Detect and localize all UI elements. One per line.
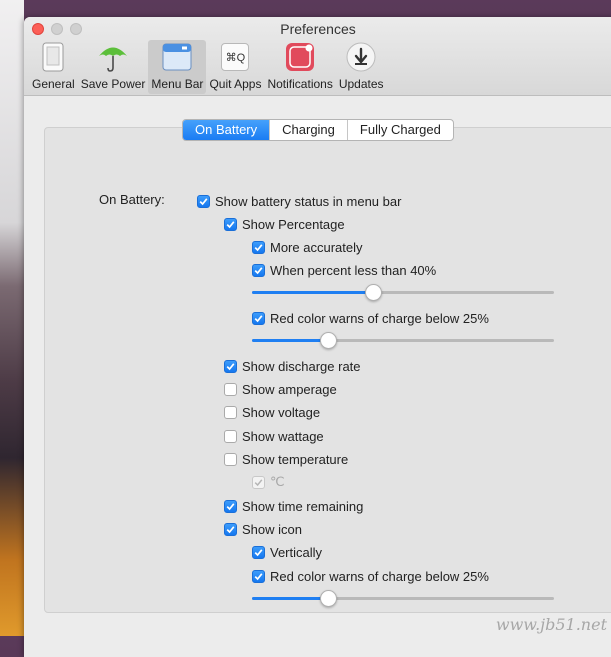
tab-fully-charged[interactable]: Fully Charged: [346, 120, 453, 140]
toolbar-quit-apps[interactable]: ⌘Q Quit Apps: [206, 40, 264, 94]
toolbar-updates-label: Updates: [338, 77, 384, 91]
option-voltage[interactable]: Show voltage: [224, 402, 320, 422]
option-label: Show battery status in menu bar: [215, 193, 402, 209]
checkbox[interactable]: [252, 311, 265, 325]
toolbar-menu-bar[interactable]: Menu Bar: [148, 40, 207, 94]
command-q-icon: ⌘Q: [219, 41, 251, 73]
option-label: Show Percentage: [242, 216, 345, 232]
option-label: Show wattage: [242, 428, 324, 444]
option-label: Vertically: [270, 544, 323, 560]
option-label: Show discharge rate: [242, 358, 361, 374]
checkbox[interactable]: [224, 217, 237, 231]
phone-icon: [37, 41, 69, 73]
notification-badge-icon: [284, 41, 316, 73]
tab-on-battery[interactable]: On Battery: [183, 120, 270, 140]
slider-fill: [252, 339, 328, 342]
red-warn-1-slider[interactable]: [252, 331, 554, 351]
checkbox[interactable]: [224, 429, 237, 443]
checkbox: [252, 475, 265, 489]
option-label: Show voltage: [242, 404, 321, 420]
option-label: Show temperature: [242, 451, 349, 467]
option-vertically[interactable]: Vertically: [252, 542, 322, 562]
checkbox[interactable]: [252, 240, 265, 254]
option-temperature[interactable]: Show temperature: [224, 449, 348, 469]
power-state-tabs: On Battery Charging Fully Charged: [182, 119, 454, 141]
checkbox[interactable]: [252, 263, 265, 277]
slider-fill: [252, 291, 373, 294]
option-label: Show icon: [242, 521, 302, 537]
toolbar-notifications[interactable]: Notifications: [264, 40, 335, 94]
settings-panel: On Battery Charging Fully Charged On Bat…: [44, 119, 611, 613]
checkbox[interactable]: [252, 545, 265, 559]
toolbar-save-power[interactable]: Save Power: [78, 40, 149, 94]
option-show-icon[interactable]: Show icon: [224, 519, 302, 539]
checkbox[interactable]: [224, 405, 237, 419]
option-more-accurately[interactable]: More accurately: [252, 237, 362, 257]
slider-knob[interactable]: [364, 284, 382, 301]
command-q-glyph: ⌘Q: [221, 43, 250, 71]
option-red-warn-2[interactable]: Red color warns of charge below 25%: [252, 566, 489, 586]
section-label: On Battery:: [99, 192, 165, 207]
menubar-icon: [161, 41, 193, 73]
toolbar-quit-apps-label: Quit Apps: [209, 77, 262, 91]
tab-charging[interactable]: Charging: [269, 120, 347, 140]
option-discharge-rate[interactable]: Show discharge rate: [224, 356, 361, 376]
option-amperage[interactable]: Show amperage: [224, 379, 337, 399]
watermark: www.jb51.net: [495, 615, 607, 634]
red-warn-2-slider[interactable]: [252, 589, 554, 609]
checkbox[interactable]: [224, 382, 237, 396]
title-bar: Preferences General Save Power Menu Bar: [24, 17, 611, 96]
toolbar-general[interactable]: General: [29, 40, 78, 94]
checkbox[interactable]: [224, 499, 237, 513]
window-title: Preferences: [280, 21, 356, 37]
toolbar-notifications-label: Notifications: [267, 77, 333, 91]
desktop-background: [0, 0, 24, 636]
preferences-window: Preferences General Save Power Menu Bar: [24, 17, 611, 657]
checkbox[interactable]: [197, 194, 210, 208]
option-time-remaining[interactable]: Show time remaining: [224, 496, 363, 516]
percent-threshold-slider[interactable]: [252, 283, 554, 303]
slider-fill: [252, 597, 328, 600]
option-battery-status[interactable]: Show battery status in menu bar: [197, 191, 401, 211]
toolbar-general-label: General: [32, 77, 75, 91]
umbrella-icon: [97, 41, 129, 73]
option-red-warn-1[interactable]: Red color warns of charge below 25%: [252, 308, 489, 328]
checkbox[interactable]: [224, 452, 237, 466]
checkbox[interactable]: [224, 522, 237, 536]
toolbar-menu-bar-label: Menu Bar: [151, 77, 204, 91]
option-label: Red color warns of charge below 25%: [270, 568, 489, 584]
download-arrow-icon: [345, 41, 377, 73]
option-percent-less[interactable]: When percent less than 40%: [252, 260, 436, 280]
toolbar: General Save Power Menu Bar ⌘Q Quit Apps: [29, 40, 387, 94]
toolbar-updates[interactable]: Updates: [336, 40, 387, 94]
toolbar-save-power-label: Save Power: [80, 77, 146, 91]
checkbox[interactable]: [224, 359, 237, 373]
option-label: ℃: [270, 474, 285, 489]
slider-knob[interactable]: [319, 590, 337, 607]
option-percentage[interactable]: Show Percentage: [224, 214, 345, 234]
option-wattage[interactable]: Show wattage: [224, 426, 324, 446]
option-celsius: ℃: [252, 472, 285, 492]
option-label: More accurately: [270, 239, 363, 255]
checkbox[interactable]: [252, 569, 265, 583]
option-label: Red color warns of charge below 25%: [270, 310, 489, 326]
option-label: Show amperage: [242, 381, 337, 397]
option-label: When percent less than 40%: [270, 262, 437, 278]
option-label: Show time remaining: [242, 498, 364, 514]
slider-knob[interactable]: [319, 332, 337, 349]
